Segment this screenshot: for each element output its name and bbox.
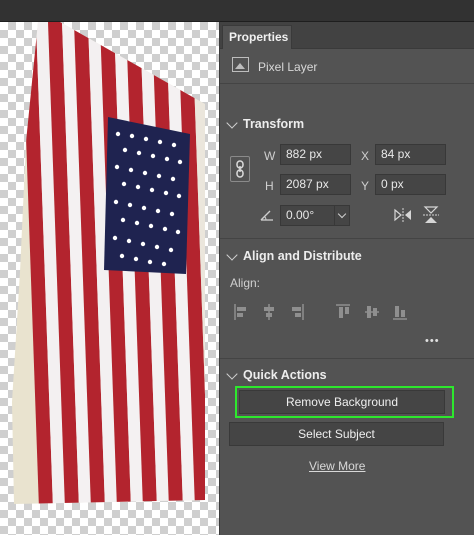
align-chevron-icon[interactable]: [226, 249, 238, 261]
align-vertical-center-icon[interactable]: [365, 304, 379, 320]
x-field[interactable]: 84 px: [375, 144, 446, 165]
layer-type-label: Pixel Layer: [258, 60, 318, 74]
angle-dropdown[interactable]: [334, 205, 350, 226]
transform-section-title[interactable]: Transform: [243, 117, 304, 131]
align-section-title[interactable]: Align and Distribute: [243, 249, 362, 263]
panel-tab-bar: Properties: [220, 22, 474, 49]
align-right-icon[interactable]: [290, 304, 304, 320]
flip-horizontal-icon[interactable]: [394, 207, 412, 223]
link-dimensions-icon[interactable]: [230, 156, 250, 182]
top-bar: [0, 0, 474, 22]
divider: [220, 238, 474, 239]
x-label: X: [361, 149, 370, 163]
y-label: Y: [361, 179, 370, 193]
height-field[interactable]: 2087 px: [280, 174, 351, 195]
width-field[interactable]: 882 px: [280, 144, 351, 165]
align-label: Align:: [230, 276, 261, 290]
view-more-link[interactable]: View More: [309, 459, 365, 473]
remove-background-button[interactable]: Remove Background: [239, 390, 445, 414]
y-field[interactable]: 0 px: [375, 174, 446, 195]
angle-field[interactable]: 0.00°: [280, 205, 335, 226]
more-options-icon[interactable]: •••: [425, 335, 440, 347]
quick-actions-section-title[interactable]: Quick Actions: [243, 368, 327, 382]
document-canvas[interactable]: [0, 22, 219, 535]
width-label: W: [264, 149, 276, 163]
layer-type-row: Pixel Layer: [220, 49, 474, 84]
quick-actions-chevron-icon[interactable]: [226, 368, 238, 380]
chevron-down-icon: [337, 209, 347, 219]
angle-icon: [260, 210, 273, 221]
align-bottom-icon[interactable]: [393, 304, 407, 320]
select-subject-button[interactable]: Select Subject: [229, 422, 444, 446]
flip-vertical-icon[interactable]: [422, 206, 440, 224]
height-label: H: [265, 179, 274, 193]
tab-properties[interactable]: Properties: [222, 25, 292, 49]
flag-image: [12, 22, 205, 504]
transform-chevron-icon[interactable]: [226, 117, 238, 129]
pixel-layer-icon: [232, 57, 249, 72]
align-left-icon[interactable]: [234, 304, 248, 320]
divider: [220, 358, 474, 359]
link-icon: [236, 160, 244, 178]
properties-panel: Properties Pixel Layer Transform W 882 p…: [219, 22, 474, 535]
align-top-icon[interactable]: [336, 304, 350, 320]
align-horizontal-center-icon[interactable]: [262, 304, 276, 320]
